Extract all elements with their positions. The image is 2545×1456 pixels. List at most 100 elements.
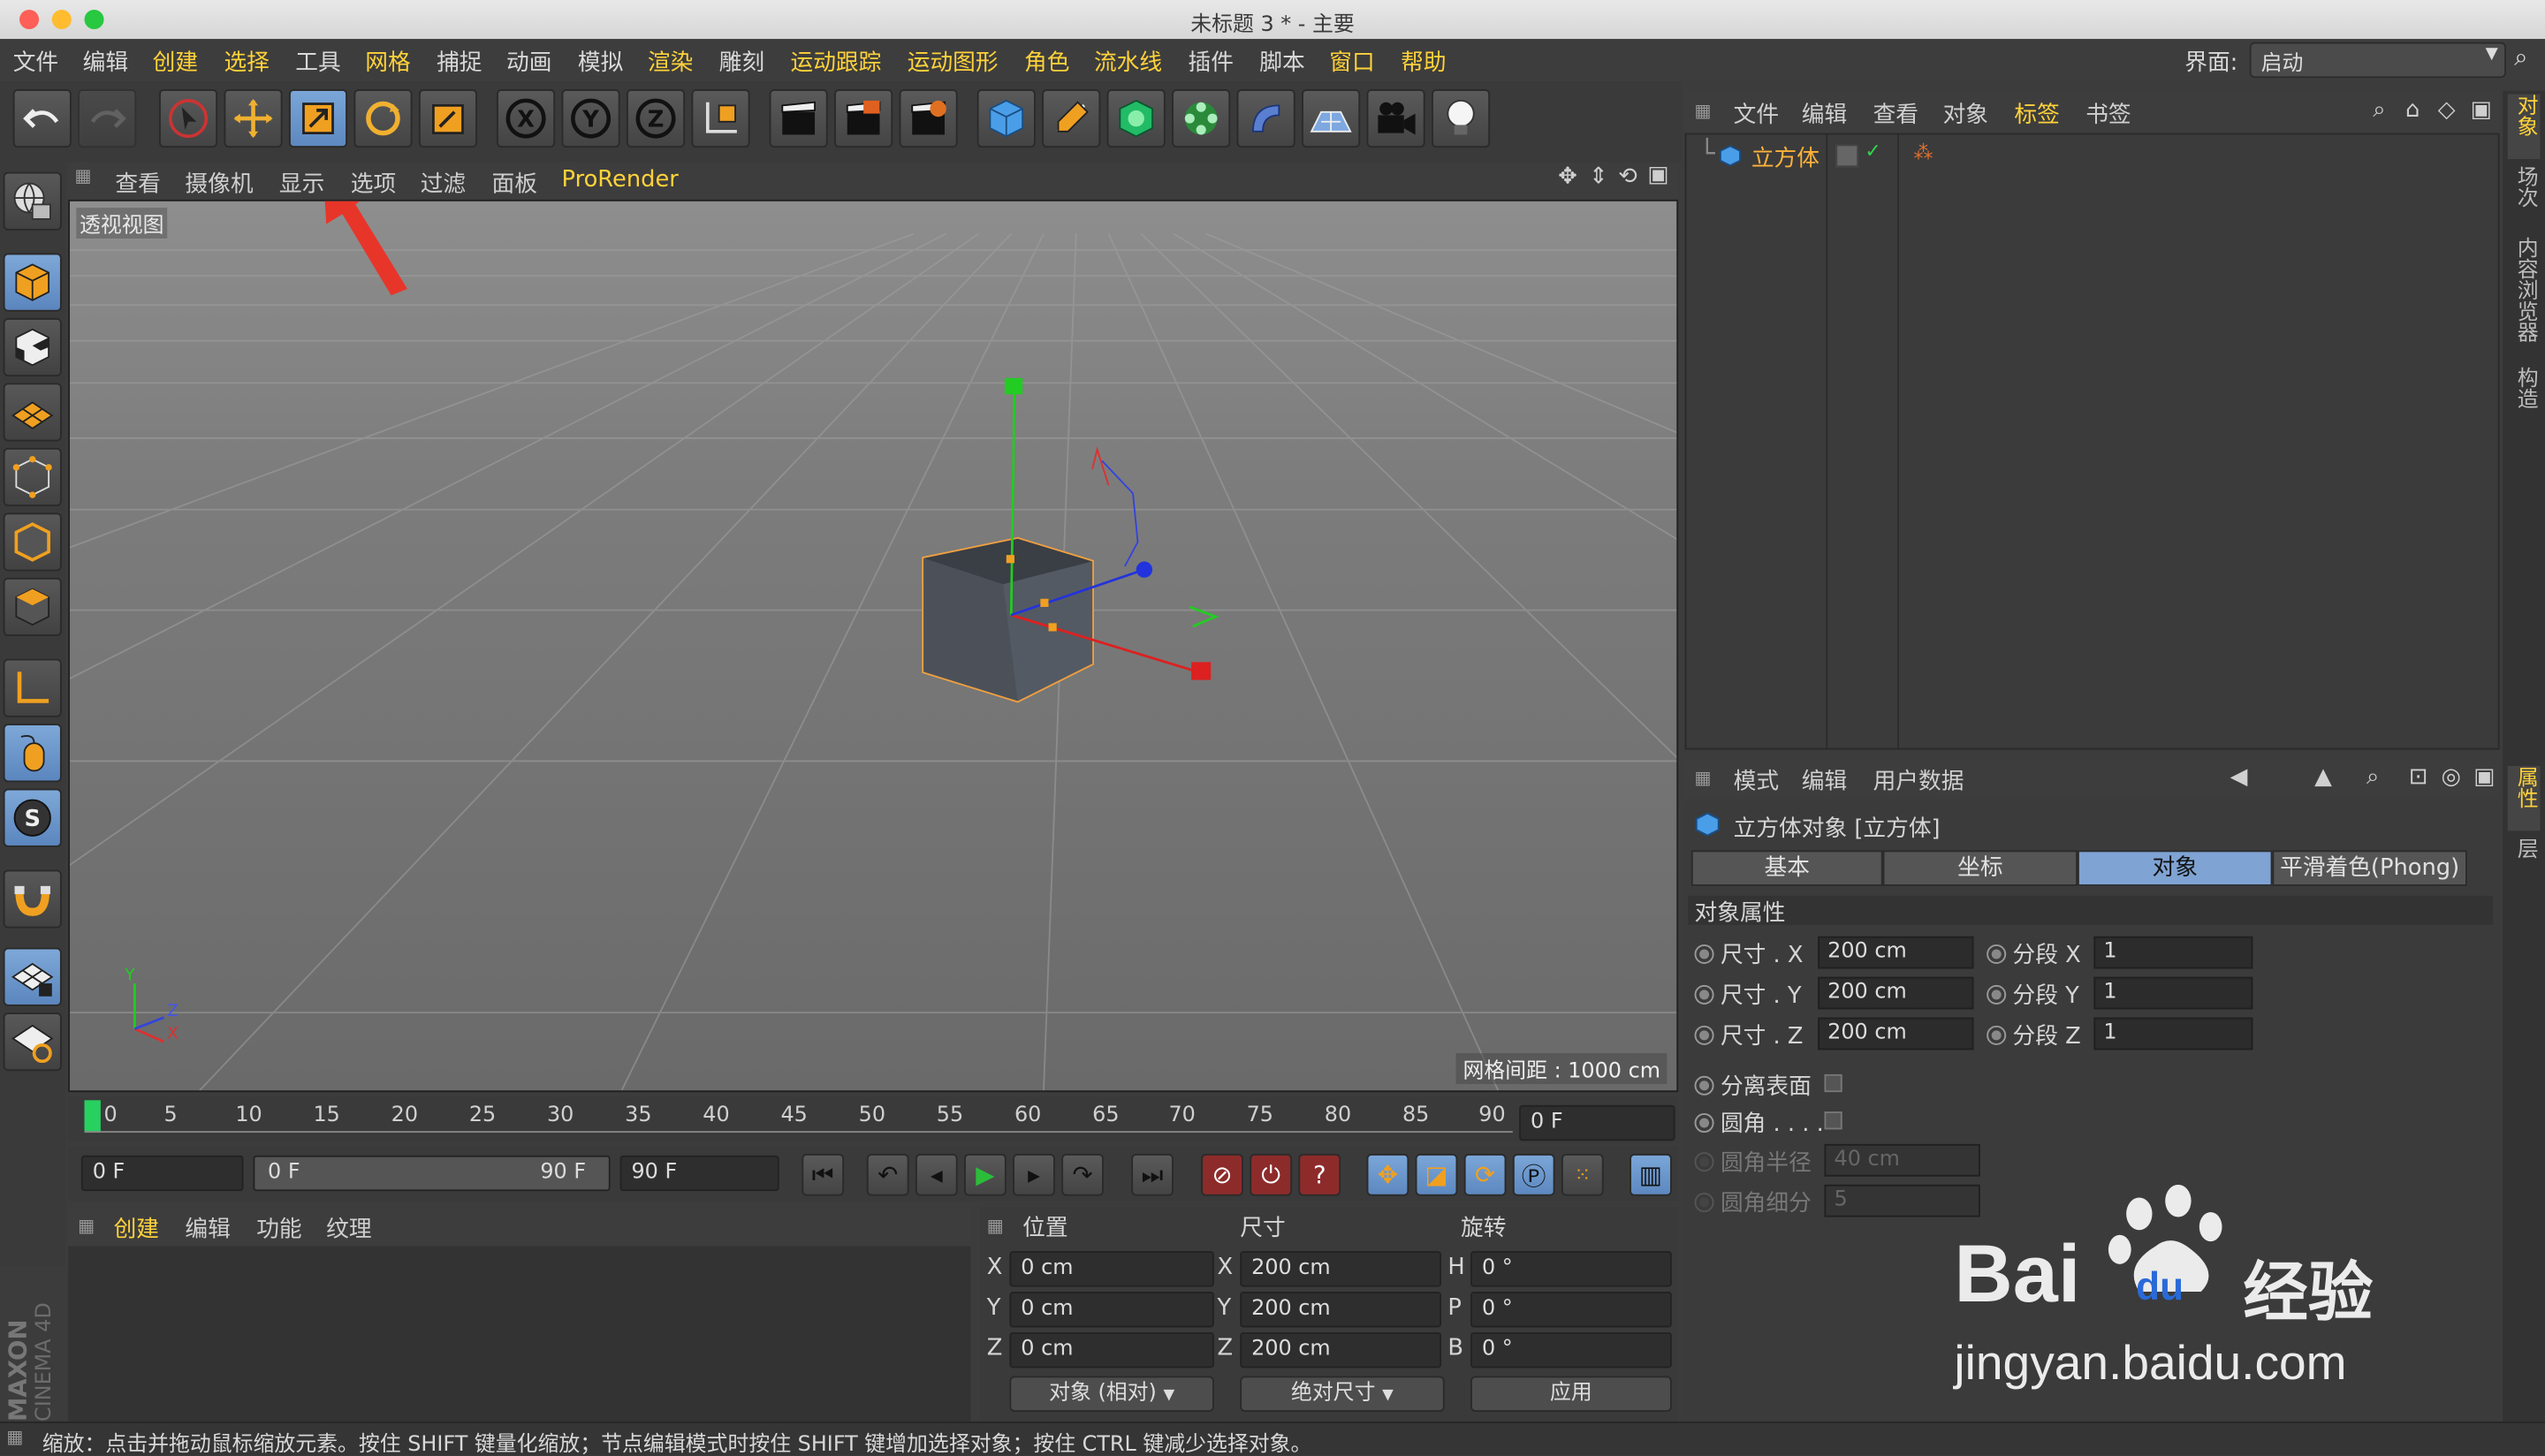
object-name[interactable]: 立方体 <box>1751 141 1819 174</box>
seg-x-input[interactable]: 1 <box>2093 936 2253 969</box>
start-frame-field[interactable]: 0 F <box>80 1155 244 1192</box>
viewport-menu-options[interactable]: 选项 <box>351 167 396 200</box>
solo-button[interactable]: S <box>3 788 62 847</box>
tag-icon[interactable]: ⁂ <box>1914 141 1933 164</box>
timeline-ruler[interactable]: 0 5 10 15 20 25 30 35 40 45 50 55 60 65 … <box>68 1096 1679 1143</box>
texture-mode-button[interactable] <box>3 318 62 377</box>
menu-simulate[interactable]: 模拟 <box>578 45 623 78</box>
menu-pipeline[interactable]: 流水线 <box>1094 45 1162 78</box>
move-tool-button[interactable] <box>224 89 283 148</box>
attr-maximize-icon[interactable]: ▣ <box>2473 764 2495 790</box>
object-home-icon[interactable]: ⌂ <box>2405 97 2420 123</box>
seg-y-input[interactable]: 1 <box>2093 976 2253 1010</box>
object-collapse-icon[interactable]: ◇ <box>2438 97 2456 123</box>
z-axis-lock-button[interactable]: Z <box>626 89 686 148</box>
material-list-area[interactable] <box>68 1246 971 1422</box>
object-row-cube[interactable]: └ 立方体 ✓ ⁂ <box>1696 138 2504 174</box>
keyframe-radio-icon[interactable] <box>1987 984 2007 1005</box>
size-x-field[interactable]: 200 cm <box>1240 1251 1442 1287</box>
frame-range-slider[interactable]: 0 F 90 F <box>253 1155 611 1192</box>
menu-snap[interactable]: 捕捉 <box>437 45 482 78</box>
polygon-mode-button[interactable] <box>3 577 62 637</box>
render-settings-button[interactable] <box>899 89 958 148</box>
scale-tool-button[interactable] <box>288 89 348 148</box>
tab-basic[interactable]: 基本 <box>1690 850 1883 886</box>
enabled-check-icon[interactable]: ✓ <box>1865 140 1880 163</box>
play-button[interactable]: ▶ <box>964 1153 1007 1196</box>
object-menu-tags[interactable]: 标签 <box>2014 97 2059 130</box>
key-parameter-button[interactable]: Ⓟ <box>1512 1153 1555 1196</box>
model-mode-button[interactable] <box>3 253 62 312</box>
menu-motion-tracking[interactable]: 运动跟踪 <box>790 45 881 78</box>
keyframe-radio-icon[interactable] <box>1694 1025 1714 1045</box>
viewport-menu-panel[interactable]: 面板 <box>492 167 537 200</box>
object-menu-objects[interactable]: 对象 <box>1943 97 1988 130</box>
attr-search-icon[interactable]: ⌕ <box>2366 764 2379 790</box>
object-menu-file[interactable]: 文件 <box>1734 97 1779 130</box>
target-icon[interactable]: ◎ <box>2441 764 2460 790</box>
up-arrow-icon[interactable]: ▲ <box>2314 764 2332 790</box>
side-tab-objects[interactable]: 对象 <box>2507 94 2541 160</box>
rotate-tool-button[interactable] <box>353 89 413 148</box>
undo-button[interactable] <box>12 89 72 148</box>
size-x-input[interactable]: 200 cm <box>1818 936 1974 969</box>
keyframe-radio-icon[interactable] <box>1694 1113 1714 1134</box>
keyframe-radio-icon[interactable] <box>1987 1025 2007 1045</box>
viewport-menu-prorender[interactable]: ProRender <box>562 167 679 193</box>
add-spline-pen-button[interactable] <box>1042 89 1101 148</box>
object-menu-edit[interactable]: 编辑 <box>1802 97 1847 130</box>
timeline-window-button[interactable]: ▥ <box>1630 1153 1672 1196</box>
current-frame-field[interactable]: 0 F <box>1519 1104 1675 1141</box>
add-subdivision-surface-button[interactable] <box>1106 89 1166 148</box>
separate-surfaces-checkbox[interactable] <box>1824 1073 1842 1093</box>
menu-edit[interactable]: 编辑 <box>83 45 128 78</box>
previous-key-button[interactable]: ↶ <box>866 1153 909 1196</box>
menu-script[interactable]: 脚本 <box>1259 45 1304 78</box>
viewport-zoom-icon[interactable]: ⇕ <box>1589 164 1608 190</box>
point-mode-button[interactable] <box>3 447 62 507</box>
size-mode-select[interactable]: 绝对尺寸 ▼ <box>1240 1376 1445 1412</box>
menu-tools[interactable]: 工具 <box>295 45 340 78</box>
menu-sculpt[interactable]: 雕刻 <box>719 45 764 78</box>
size-z-field[interactable]: 200 cm <box>1240 1331 1442 1369</box>
end-frame-field[interactable]: 90 F <box>619 1155 779 1192</box>
live-selection-button[interactable] <box>159 89 218 148</box>
menu-help[interactable]: 帮助 <box>1401 45 1446 78</box>
redo-button[interactable] <box>78 89 137 148</box>
side-tab-takes[interactable]: 场次 <box>2508 165 2541 230</box>
tweak-mode-button[interactable] <box>3 724 62 783</box>
material-menu-edit[interactable]: 编辑 <box>185 1212 230 1245</box>
menu-animate[interactable]: 动画 <box>506 45 551 78</box>
keyframe-radio-icon[interactable] <box>1987 944 2007 965</box>
side-tab-attributes[interactable]: 属性 <box>2507 765 2541 831</box>
viewport-maximize-icon[interactable]: ▣ <box>1647 163 1668 188</box>
key-point-level-button[interactable]: ⁙ <box>1561 1153 1604 1196</box>
interface-layout-select[interactable]: 启动 ▼ <box>2249 42 2506 79</box>
x-axis-lock-button[interactable]: X <box>497 89 556 148</box>
menu-mograph[interactable]: 运动图形 <box>908 45 999 78</box>
key-scale-button[interactable]: ◪ <box>1415 1153 1458 1196</box>
auto-keying-button[interactable]: ⏻ <box>1250 1153 1293 1196</box>
material-menu-texture[interactable]: 纹理 <box>326 1212 371 1245</box>
viewport-menu-filter[interactable]: 过滤 <box>421 167 466 200</box>
side-tab-content-browser[interactable]: 内容浏览器 <box>2508 237 2541 360</box>
menu-select[interactable]: 选择 <box>224 45 269 78</box>
back-arrow-icon[interactable]: ◀ <box>2230 764 2248 790</box>
next-frame-button[interactable]: ▸ <box>1013 1153 1055 1196</box>
viewport-rotate-icon[interactable]: ⟲ <box>1618 164 1637 190</box>
previous-frame-button[interactable]: ◂ <box>915 1153 958 1196</box>
pos-y-field[interactable]: 0 cm <box>1009 1292 1214 1328</box>
tab-phong[interactable]: 平滑着色(Phong) <box>2272 850 2467 886</box>
attr-menu-mode[interactable]: 模式 <box>1734 764 1779 797</box>
add-floor-button[interactable] <box>1302 89 1361 148</box>
key-position-button[interactable]: ✥ <box>1366 1153 1409 1196</box>
tab-object[interactable]: 对象 <box>2078 850 2273 886</box>
pos-x-field[interactable]: 0 cm <box>1009 1251 1214 1287</box>
search-icon[interactable]: ⌕ <box>2514 42 2527 72</box>
go-to-end-button[interactable]: ⏭ <box>1131 1153 1174 1196</box>
object-tree[interactable]: └ 立方体 ✓ ⁂ <box>1684 133 2500 750</box>
size-y-field[interactable]: 200 cm <box>1240 1292 1442 1328</box>
apply-button[interactable]: 应用 <box>1470 1376 1672 1412</box>
material-menu-create[interactable]: 创建 <box>114 1212 159 1245</box>
object-menu-view[interactable]: 查看 <box>1873 97 1918 130</box>
